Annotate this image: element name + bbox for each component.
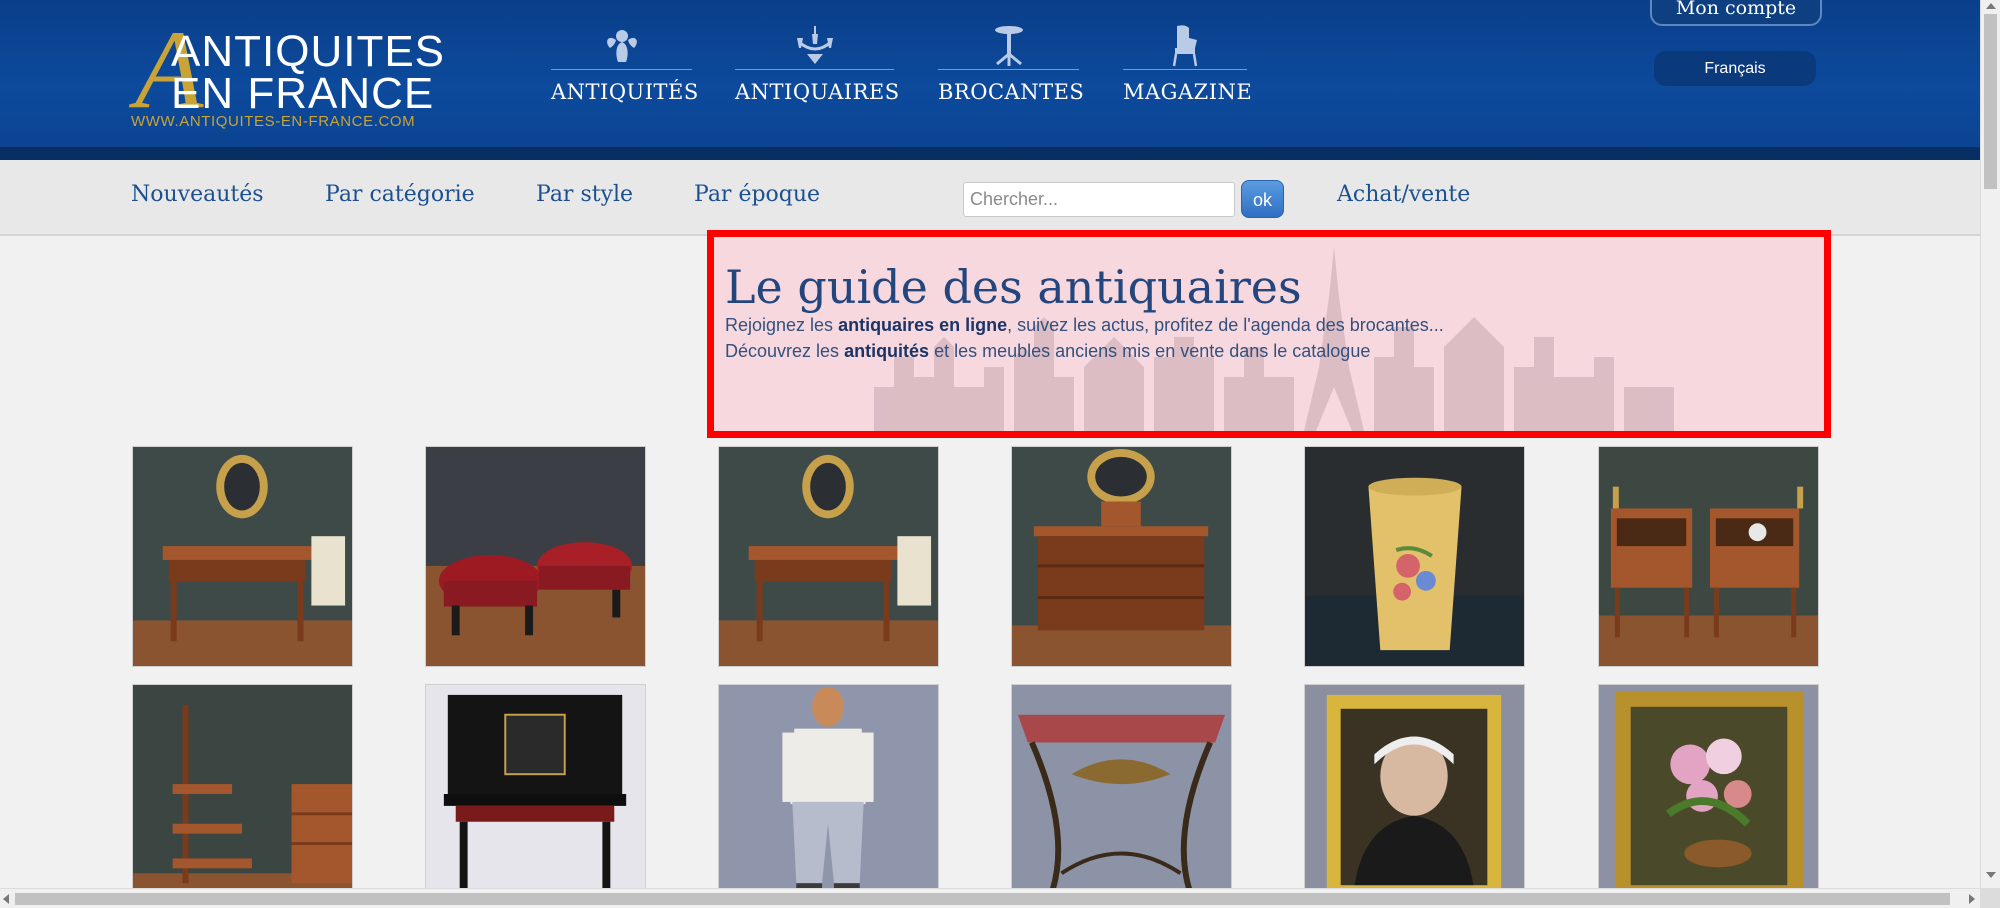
- language-selector[interactable]: Français: [1654, 51, 1816, 86]
- intro-title: Le guide des antiquaires: [725, 260, 1302, 314]
- logo-line1: ANTIQUITES: [171, 27, 446, 76]
- nav-brocantes[interactable]: BROCANTES: [938, 24, 1085, 114]
- site-logo[interactable]: A ANTIQUITES EN FRANCE WWW.ANTIQUITES-EN…: [131, 14, 444, 132]
- product-image: [1012, 447, 1231, 666]
- armchair-icon: [1172, 25, 1198, 67]
- cherub-icon: [606, 30, 637, 62]
- nav-magazine-label: MAGAZINE: [1123, 80, 1253, 104]
- product-image: [133, 685, 352, 904]
- product-image: [719, 685, 938, 904]
- nav-antiquites[interactable]: ANTIQUITÉS: [551, 24, 699, 114]
- pedestal-table-icon: [994, 26, 1023, 66]
- search-ok-button[interactable]: ok: [1241, 180, 1284, 218]
- scroll-right-arrow-icon[interactable]: [1969, 894, 1975, 904]
- nav-antiquaires[interactable]: ANTIQUAIRES: [735, 24, 900, 114]
- logo-url: WWW.ANTIQUITES-EN-FRANCE.COM: [131, 113, 416, 130]
- nav-magazine[interactable]: MAGAZINE: [1123, 24, 1253, 114]
- horizontal-scrollbar[interactable]: [0, 888, 1980, 908]
- scroll-down-arrow-icon[interactable]: [1986, 872, 1996, 878]
- scroll-up-arrow-icon[interactable]: [1986, 3, 1996, 9]
- header-stripe: [0, 147, 1980, 160]
- nav-antiquaires-label: ANTIQUAIRES: [735, 80, 900, 104]
- subnav-nouveautes[interactable]: Nouveautés: [131, 182, 264, 207]
- product-thumbnail-desk-louis-xvi[interactable]: [132, 446, 353, 667]
- intro-banner: Le guide des antiquaires Rejoignez les a…: [707, 230, 1831, 438]
- product-image: [1599, 685, 1818, 904]
- nav-brocantes-label: BROCANTES: [938, 80, 1085, 104]
- product-thumbnail-console-table[interactable]: [1011, 684, 1232, 905]
- product-thumbnail-napoleon-iii-bureau[interactable]: [425, 684, 646, 905]
- logo-line2: EN FRANCE: [171, 69, 435, 118]
- account-button[interactable]: Mon compte: [1650, 0, 1822, 26]
- product-thumbnail-commode[interactable]: [1011, 446, 1232, 667]
- product-thumbnail-library-step-ladder[interactable]: [132, 684, 353, 905]
- product-thumbnail-portrait-painting[interactable]: [1304, 684, 1525, 905]
- link-antiquaires-en-ligne[interactable]: antiquaires en ligne: [838, 315, 1007, 335]
- site-header: A ANTIQUITES EN FRANCE WWW.ANTIQUITES-EN…: [0, 0, 1980, 160]
- product-image: [133, 447, 352, 666]
- subnav-par-epoque[interactable]: Par époque: [694, 182, 820, 207]
- link-antiquites[interactable]: antiquités: [844, 341, 929, 361]
- product-image: [426, 447, 645, 666]
- product-image: [1012, 685, 1231, 904]
- horizontal-scroll-thumb[interactable]: [15, 893, 1950, 905]
- product-thumbnail-painted-tole-vase[interactable]: [1304, 446, 1525, 667]
- search-input[interactable]: [963, 182, 1235, 217]
- product-image: [1599, 447, 1818, 666]
- sub-nav: Nouveautés Par catégorie Par style Par é…: [0, 160, 1980, 236]
- scrollbar-corner: [1980, 888, 2000, 908]
- subnav-par-style[interactable]: Par style: [536, 182, 633, 207]
- product-image: [426, 685, 645, 904]
- product-image: [1305, 447, 1524, 666]
- product-image: [719, 447, 938, 666]
- scroll-left-arrow-icon[interactable]: [3, 894, 9, 904]
- vertical-scrollbar[interactable]: [1980, 0, 2000, 888]
- nav-antiquites-label: ANTIQUITÉS: [551, 80, 699, 104]
- product-thumbnail-mahogany-desk[interactable]: [718, 446, 939, 667]
- subnav-achat-vente[interactable]: Achat/vente: [1337, 182, 1470, 207]
- intro-line-1: Rejoignez les antiquaires en ligne, suiv…: [725, 315, 1444, 335]
- product-thumbnail-flower-still-life[interactable]: [1598, 684, 1819, 905]
- product-thumbnail-mannequin[interactable]: [718, 684, 939, 905]
- product-thumbnail-pair-of-footstools[interactable]: [425, 446, 646, 667]
- product-image: [1305, 685, 1524, 904]
- product-thumbnail-pair-of-bedside-tables[interactable]: [1598, 446, 1819, 667]
- chandelier-icon: [796, 26, 833, 64]
- vertical-scroll-thumb[interactable]: [1984, 14, 1997, 189]
- subnav-par-categorie[interactable]: Par catégorie: [325, 182, 475, 207]
- intro-line-2: Découvrez les antiquités et les meubles …: [725, 341, 1371, 361]
